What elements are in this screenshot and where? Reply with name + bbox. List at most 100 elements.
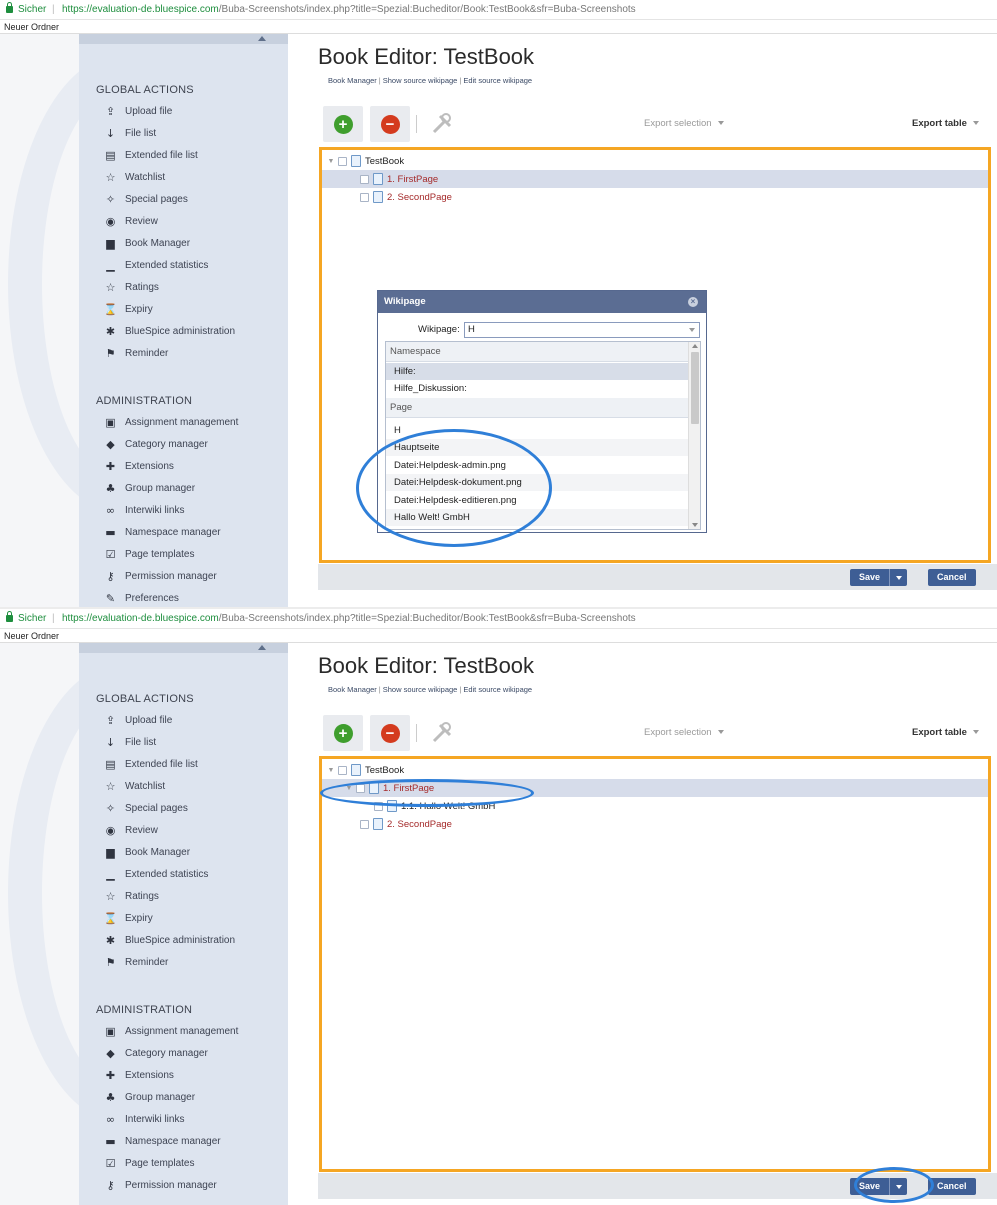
- cancel-button[interactable]: Cancel: [928, 1178, 976, 1195]
- sidebar-item-book-manager[interactable]: ▆ Book Manager: [104, 233, 190, 253]
- checkbox[interactable]: [338, 156, 347, 166]
- tree-row-root[interactable]: ▼ TestBook: [322, 761, 988, 779]
- settings-button[interactable]: [422, 715, 462, 751]
- option-hauptseite[interactable]: Hauptseite: [386, 439, 688, 456]
- sidebar-item-expiry[interactable]: ⌛ Expiry: [104, 299, 153, 319]
- save-button[interactable]: Save: [850, 569, 890, 586]
- sidebar-item-permission-manager[interactable]: ⚷ Permission manager: [104, 566, 216, 586]
- sidebar-item-ratings[interactable]: ☆ Ratings: [104, 886, 159, 906]
- checkbox[interactable]: [360, 174, 369, 184]
- option-helpdesk-dokument[interactable]: Datei:Helpdesk-dokument.png: [386, 474, 688, 491]
- sidebar-item-extended-statistics[interactable]: ▁ Extended statistics: [104, 255, 208, 275]
- url-text[interactable]: https://evaluation-de.bluespice.com/Buba…: [62, 0, 636, 20]
- expand-icon[interactable]: ▼: [344, 785, 354, 792]
- sidebar-item-file-list[interactable]: ↓ File list: [104, 123, 156, 143]
- sidebar-item-preferences[interactable]: ✎ Preferences: [104, 588, 179, 607]
- sidebar-item-extended-statistics[interactable]: ▁ Extended statistics: [104, 864, 208, 884]
- sidebar-item-page-templates[interactable]: ☑ Page templates: [104, 544, 195, 564]
- sidebar-item-interwiki-links[interactable]: ∞ Interwiki links: [104, 500, 185, 520]
- export-table-button[interactable]: Export table: [912, 727, 979, 738]
- sidebar-item-ratings[interactable]: ☆ Ratings: [104, 277, 159, 297]
- sidebar-item-assignment-management[interactable]: ▣ Assignment management: [104, 1021, 238, 1041]
- sidebar-item-interwiki-links[interactable]: ∞ Interwiki links: [104, 1109, 185, 1129]
- address-bar[interactable]: Sicher | https://evaluation-de.bluespice…: [0, 0, 997, 20]
- sidebar-item-reminder[interactable]: ⚑ Reminder: [104, 952, 169, 972]
- tree-row-hallo-welt[interactable]: 1.1. Hallo Welt! GmbH: [322, 797, 988, 815]
- scroll-up-icon[interactable]: [692, 344, 698, 348]
- sidebar-item-review[interactable]: ◉ Review: [104, 211, 158, 231]
- export-table-button[interactable]: Export table: [912, 118, 979, 129]
- option-h[interactable]: H: [386, 422, 688, 439]
- tree-row-firstpage[interactable]: 1. FirstPage: [322, 170, 988, 188]
- export-selection-button[interactable]: Export selection: [644, 118, 724, 129]
- sidebar-item-page-templates[interactable]: ☑ Page templates: [104, 1153, 195, 1173]
- save-menu-button[interactable]: [889, 1178, 908, 1195]
- sidebar-item-group-manager[interactable]: ♣ Group manager: [104, 478, 195, 498]
- sidebar-item-category-manager[interactable]: ◆ Category manager: [104, 434, 208, 454]
- sidebar-item-namespace-manager[interactable]: ▬ Namespace manager: [104, 1131, 220, 1151]
- settings-button[interactable]: [422, 106, 462, 142]
- chevron-down-icon[interactable]: [689, 328, 695, 332]
- save-split-button[interactable]: Save: [850, 569, 908, 586]
- bookmark-folder[interactable]: Neuer Ordner: [4, 22, 59, 32]
- tree-row-secondpage[interactable]: 2. SecondPage: [322, 188, 988, 206]
- save-button[interactable]: Save: [850, 1178, 890, 1195]
- autocomplete-list[interactable]: Namespace Hilfe: Hilfe_Diskussion: Page …: [385, 341, 701, 530]
- link-book-manager[interactable]: Book Manager: [328, 685, 377, 694]
- save-split-button[interactable]: Save: [850, 1178, 908, 1195]
- remove-button[interactable]: −: [370, 715, 410, 751]
- url-text[interactable]: https://evaluation-de.bluespice.com/Buba…: [62, 609, 636, 629]
- sidebar-item-namespace-manager[interactable]: ▬ Namespace manager: [104, 522, 220, 542]
- expand-icon[interactable]: ▼: [326, 767, 336, 774]
- sidebar-item-extensions[interactable]: ✚ Extensions: [104, 456, 174, 476]
- option-hallo-welt[interactable]: Hallo Welt! GmbH: [386, 509, 688, 526]
- sidebar-item-watchlist[interactable]: ☆ Watchlist: [104, 167, 166, 187]
- option-helpdesk-editieren[interactable]: Datei:Helpdesk-editieren.png: [386, 492, 688, 509]
- sidebar-item-special-pages[interactable]: ✧ Special pages: [104, 798, 188, 818]
- link-edit-source[interactable]: Edit source wikipage: [463, 685, 532, 694]
- link-show-source[interactable]: Show source wikipage: [383, 76, 458, 85]
- list-scrollbar[interactable]: [688, 342, 700, 529]
- option-hilfe[interactable]: Hilfe:: [386, 363, 688, 380]
- link-show-source[interactable]: Show source wikipage: [383, 685, 458, 694]
- bookmark-folder[interactable]: Neuer Ordner: [4, 631, 59, 641]
- add-button[interactable]: +: [323, 715, 363, 751]
- sidebar-item-bluespice-administration[interactable]: ✱ BlueSpice administration: [104, 321, 235, 341]
- sidebar-item-extensions[interactable]: ✚ Extensions: [104, 1065, 174, 1085]
- address-bar[interactable]: Sicher | https://evaluation-de.bluespice…: [0, 609, 997, 629]
- tree-row-secondpage[interactable]: 2. SecondPage: [322, 815, 988, 833]
- checkbox[interactable]: [338, 765, 347, 775]
- sidebar-item-watchlist[interactable]: ☆ Watchlist: [104, 776, 166, 796]
- option-helpdesk-admin[interactable]: Datei:Helpdesk-admin.png: [386, 457, 688, 474]
- sidebar-item-review[interactable]: ◉ Review: [104, 820, 158, 840]
- save-menu-button[interactable]: [889, 569, 908, 586]
- sidebar-item-upload-file[interactable]: ⇪ Upload file: [104, 101, 172, 121]
- wikipage-input[interactable]: H: [464, 322, 700, 338]
- scroll-down-icon[interactable]: [692, 523, 698, 527]
- add-button[interactable]: +: [323, 106, 363, 142]
- sidebar-collapse-bar[interactable]: [79, 34, 288, 44]
- checkbox[interactable]: [374, 801, 383, 811]
- checkbox[interactable]: [360, 819, 369, 829]
- sidebar-item-category-manager[interactable]: ◆ Category manager: [104, 1043, 208, 1063]
- sidebar-item-extended-file-list[interactable]: ▤ Extended file list: [104, 754, 198, 774]
- export-selection-button[interactable]: Export selection: [644, 727, 724, 738]
- sidebar-item-upload-file[interactable]: ⇪ Upload file: [104, 710, 172, 730]
- sidebar-item-bluespice-administration[interactable]: ✱ BlueSpice administration: [104, 930, 235, 950]
- option-hilfe-diskussion[interactable]: Hilfe_Diskussion:: [386, 380, 688, 397]
- sidebar-item-group-manager[interactable]: ♣ Group manager: [104, 1087, 195, 1107]
- expand-icon[interactable]: ▼: [326, 158, 336, 165]
- sidebar-item-extended-file-list[interactable]: ▤ Extended file list: [104, 145, 198, 165]
- sidebar-collapse-bar[interactable]: [79, 643, 288, 653]
- remove-button[interactable]: −: [370, 106, 410, 142]
- link-book-manager[interactable]: Book Manager: [328, 76, 377, 85]
- scroll-thumb[interactable]: [691, 352, 699, 424]
- sidebar-item-file-list[interactable]: ↓ File list: [104, 732, 156, 752]
- checkbox[interactable]: [356, 783, 365, 793]
- sidebar-item-expiry[interactable]: ⌛ Expiry: [104, 908, 153, 928]
- link-edit-source[interactable]: Edit source wikipage: [463, 76, 532, 85]
- close-icon[interactable]: ×: [688, 297, 698, 307]
- cancel-button[interactable]: Cancel: [928, 569, 976, 586]
- tree-row-firstpage[interactable]: ▼ 1. FirstPage: [322, 779, 988, 797]
- sidebar-item-permission-manager[interactable]: ⚷ Permission manager: [104, 1175, 216, 1195]
